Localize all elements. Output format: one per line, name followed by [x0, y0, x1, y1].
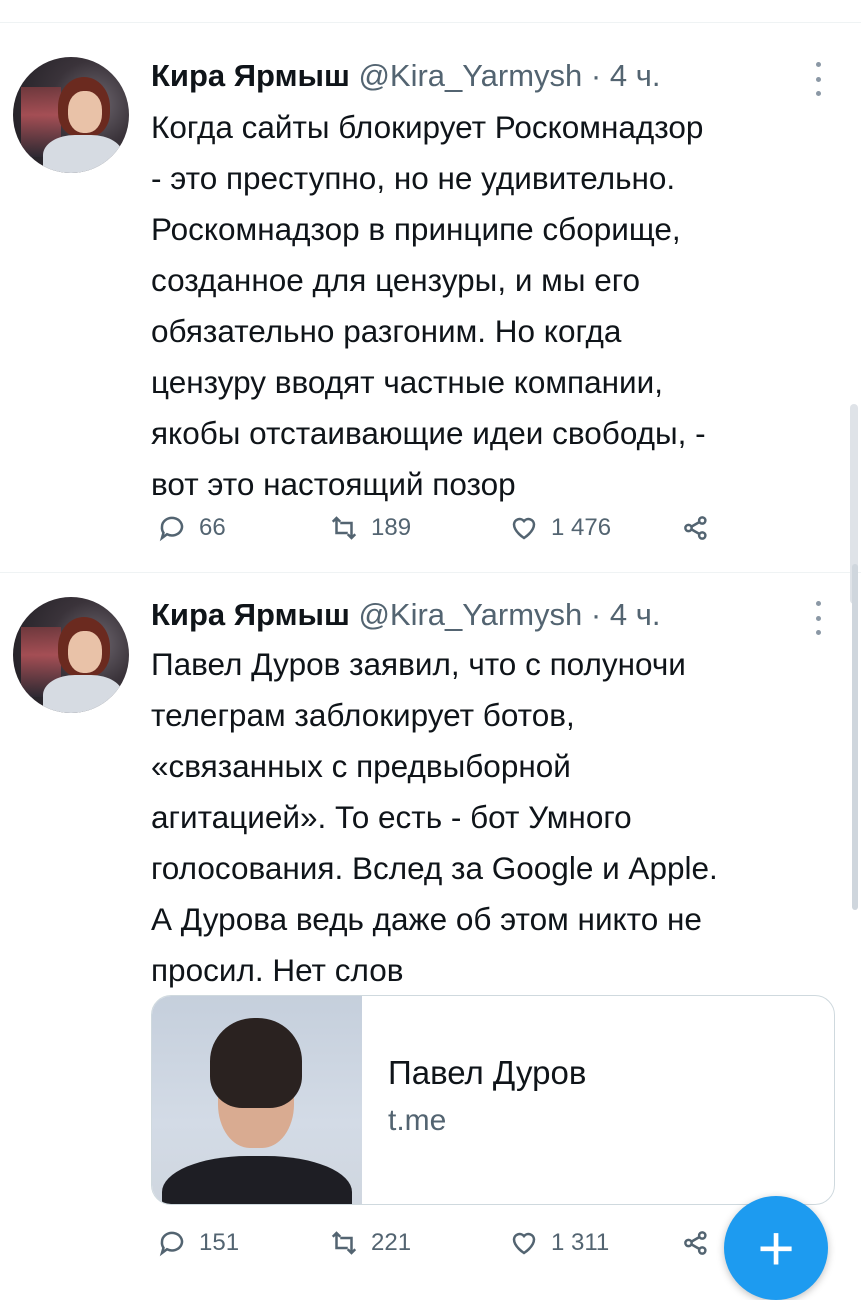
- tweet-text-line: вот это настоящий позор: [151, 466, 516, 502]
- tweet-text-line: «связанных с предвыборной: [151, 748, 571, 784]
- tweet-text: Когда сайты блокирует Роскомнадзор - это…: [151, 102, 841, 510]
- share-button[interactable]: [681, 1228, 711, 1258]
- share-icon: [684, 1231, 707, 1255]
- reply-button[interactable]: 151: [157, 1228, 239, 1258]
- reply-icon: [159, 1231, 184, 1257]
- tweet-text: Павел Дуров заявил, что с полуночи телег…: [151, 639, 841, 996]
- retweet-count: 189: [371, 514, 412, 541]
- author-name[interactable]: Кира Ярмыш: [151, 58, 350, 93]
- avatar[interactable]: [13, 597, 129, 713]
- timestamp[interactable]: 4 ч.: [610, 58, 661, 93]
- plus-icon: +: [757, 1212, 795, 1284]
- heart-icon: [512, 517, 536, 540]
- tweet[interactable]: Кира Ярмыш @Kira_Yarmysh · 4 ч. Когда са…: [0, 22, 861, 572]
- like-count: 1 311: [551, 1229, 610, 1256]
- retweet-button[interactable]: 221: [329, 1228, 411, 1258]
- reply-button[interactable]: 66: [157, 513, 226, 543]
- tweet-text-line: Павел Дуров заявил, что с полуночи: [151, 646, 686, 682]
- tweet-text-line: Роскомнадзор в принципе сборище,: [151, 211, 681, 247]
- card-title: Павел Дуров: [388, 1054, 587, 1091]
- tweet-header: Кира Ярмыш @Kira_Yarmysh · 4 ч.: [151, 595, 661, 635]
- link-card[interactable]: Павел Дуров t.me: [151, 995, 835, 1205]
- reply-count: 151: [199, 1229, 240, 1256]
- retweet-button[interactable]: 189: [329, 513, 411, 543]
- tweet-header: Кира Ярмыш @Kira_Yarmysh · 4 ч.: [151, 56, 661, 96]
- tweet-text-line: цензуру вводят частные компании,: [151, 364, 663, 400]
- retweet-icon: [331, 516, 357, 540]
- card-domain: t.me: [388, 1104, 447, 1137]
- tweet-text-line: Когда сайты блокирует Роскомнадзор: [151, 109, 704, 145]
- timestamp[interactable]: 4 ч.: [610, 597, 661, 632]
- compose-button[interactable]: +: [724, 1196, 828, 1300]
- tweet[interactable]: Кира Ярмыш @Kira_Yarmysh · 4 ч. Павел Ду…: [0, 573, 861, 1280]
- heart-icon: [512, 1232, 536, 1255]
- card-image: [152, 996, 362, 1204]
- author-name[interactable]: Кира Ярмыш: [151, 597, 350, 632]
- like-button[interactable]: 1 311: [509, 1228, 609, 1258]
- more-icon[interactable]: [808, 601, 828, 635]
- tweet-text-line: - это преступно, но не удивительно.: [151, 160, 676, 196]
- tweet-text-line: созданное для цензуры, и мы его: [151, 262, 641, 298]
- tweet-text-line: телеграм заблокирует ботов,: [151, 697, 575, 733]
- tweet-text-line: А Дурова ведь даже об этом никто не: [151, 901, 702, 937]
- separator: ·: [590, 58, 602, 93]
- tweet-text-line: якобы отстаивающие идеи свободы, -: [151, 415, 706, 451]
- retweet-count: 221: [371, 1229, 412, 1256]
- tweet-actions: 66 189 1 476: [151, 513, 771, 553]
- like-count: 1 476: [551, 514, 612, 541]
- share-button[interactable]: [681, 513, 711, 543]
- tweet-text-line: агитацией». То есть - бот Умного: [151, 799, 632, 835]
- tweet-text-line: обязательно разгоним. Но когда: [151, 313, 622, 349]
- scrollbar-thumb[interactable]: [852, 564, 858, 910]
- tweet-text-line: просил. Нет слов: [151, 952, 404, 988]
- separator: ·: [590, 597, 602, 632]
- reply-count: 66: [199, 514, 226, 541]
- tweet-text-line: голосования. Вслед за Google и Apple.: [151, 850, 718, 886]
- more-icon[interactable]: [808, 62, 828, 96]
- share-icon: [684, 516, 707, 540]
- retweet-icon: [331, 1231, 357, 1255]
- author-handle[interactable]: @Kira_Yarmysh: [358, 58, 582, 93]
- like-button[interactable]: 1 476: [509, 513, 611, 543]
- avatar[interactable]: [13, 57, 129, 173]
- author-handle[interactable]: @Kira_Yarmysh: [358, 597, 582, 632]
- reply-icon: [159, 516, 184, 542]
- tweet-actions: 151 221 1 311: [151, 1228, 771, 1268]
